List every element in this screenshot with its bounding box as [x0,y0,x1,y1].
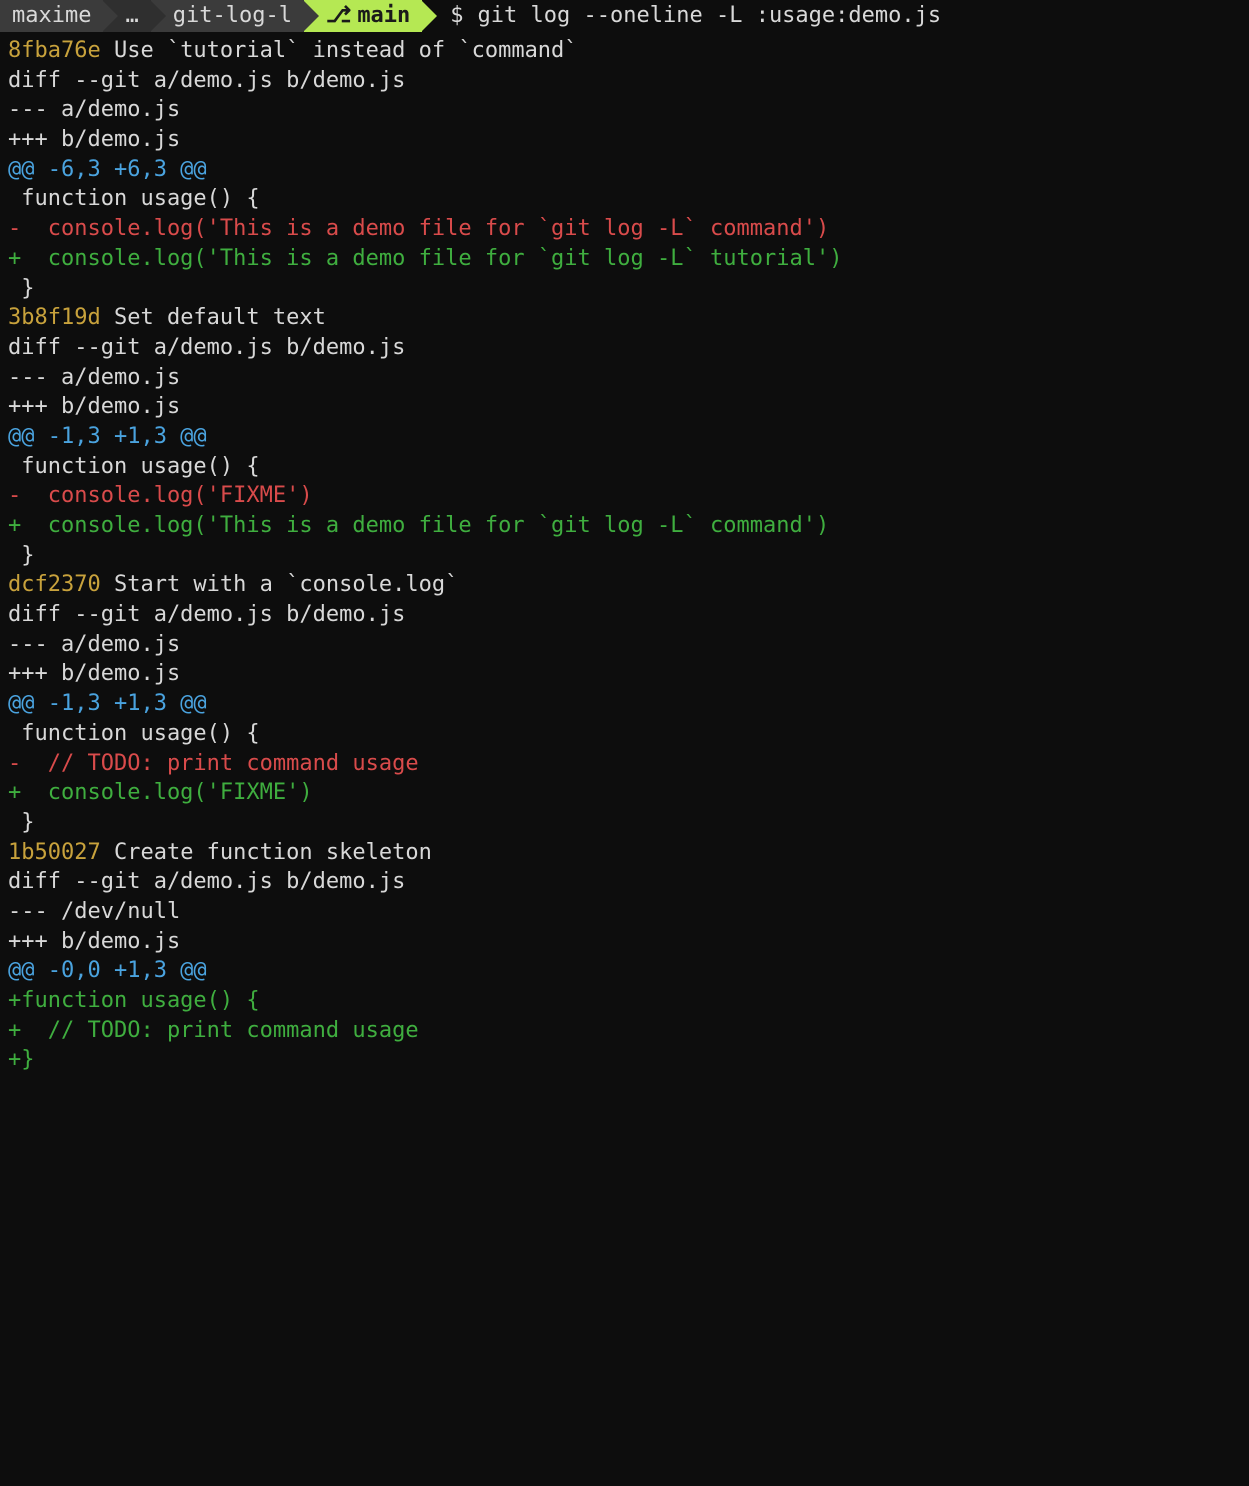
prompt-dir-segment: git-log-l [151,0,304,32]
commit-message: Use `tutorial` instead of `command` [101,38,578,63]
diff-line-context: } [8,541,1241,571]
commit-message: Start with a `console.log` [101,572,459,597]
commit-hash: 8fba76e [8,38,101,63]
diff-line-removed: - // TODO: print command usage [8,749,1241,779]
chevron-right-icon [150,0,166,32]
commit-hash: 3b8f19d [8,305,101,330]
shell-prompt: maxime … git-log-l ⎇ main $ git log --on… [0,0,1249,32]
diff-line-added: + // TODO: print command usage [8,1016,1241,1046]
commit-message: Create function skeleton [101,840,432,865]
prompt-user: maxime [12,1,91,31]
diff-minus-file: --- a/demo.js [8,363,1241,393]
prompt-symbol: $ [450,1,463,31]
diff-line-added: + console.log('This is a demo file for `… [8,511,1241,541]
prompt-ellipsis: … [125,1,138,31]
diff-minus-file: --- a/demo.js [8,95,1241,125]
diff-header: diff --git a/demo.js b/demo.js [8,867,1241,897]
commit-hash: dcf2370 [8,572,101,597]
prompt-dir: git-log-l [173,1,292,31]
diff-plus-file: +++ b/demo.js [8,125,1241,155]
diff-line-context: function usage() { [8,719,1241,749]
diff-plus-file: +++ b/demo.js [8,392,1241,422]
chevron-right-icon [421,0,437,32]
diff-minus-file: --- /dev/null [8,897,1241,927]
diff-line-context: function usage() { [8,452,1241,482]
diff-hunk-header: @@ -6,3 +6,3 @@ [8,155,1241,185]
diff-line-context: } [8,808,1241,838]
prompt-branch: main [357,1,410,31]
diff-hunk-header: @@ -1,3 +1,3 @@ [8,422,1241,452]
diff-line-context: } [8,274,1241,304]
commit-header: dcf2370 Start with a `console.log` [8,570,1241,600]
diff-line-added: + console.log('This is a demo file for `… [8,244,1241,274]
command-line[interactable]: $ git log --oneline -L :usage:demo.js [422,0,941,32]
commit-hash: 1b50027 [8,840,101,865]
prompt-user-segment: maxime [0,0,103,32]
diff-line-context: function usage() { [8,184,1241,214]
terminal-output[interactable]: 8fba76e Use `tutorial` instead of `comma… [0,32,1249,1083]
diff-header: diff --git a/demo.js b/demo.js [8,600,1241,630]
commit-message: Set default text [101,305,326,330]
chevron-right-icon [102,0,118,32]
commit-header: 8fba76e Use `tutorial` instead of `comma… [8,36,1241,66]
diff-hunk-header: @@ -1,3 +1,3 @@ [8,689,1241,719]
commit-header: 3b8f19d Set default text [8,303,1241,333]
command-text: git log --oneline -L :usage:demo.js [478,1,942,31]
diff-header: diff --git a/demo.js b/demo.js [8,333,1241,363]
prompt-branch-segment: ⎇ main [304,0,422,32]
diff-line-removed: - console.log('This is a demo file for `… [8,214,1241,244]
diff-line-added: +function usage() { [8,986,1241,1016]
diff-hunk-header: @@ -0,0 +1,3 @@ [8,956,1241,986]
diff-header: diff --git a/demo.js b/demo.js [8,66,1241,96]
commit-header: 1b50027 Create function skeleton [8,838,1241,868]
diff-line-removed: - console.log('FIXME') [8,481,1241,511]
diff-plus-file: +++ b/demo.js [8,659,1241,689]
chevron-right-icon [303,0,319,32]
git-branch-icon: ⎇ [326,1,351,31]
diff-minus-file: --- a/demo.js [8,630,1241,660]
diff-line-added: +} [8,1045,1241,1075]
diff-line-added: + console.log('FIXME') [8,778,1241,808]
diff-plus-file: +++ b/demo.js [8,927,1241,957]
